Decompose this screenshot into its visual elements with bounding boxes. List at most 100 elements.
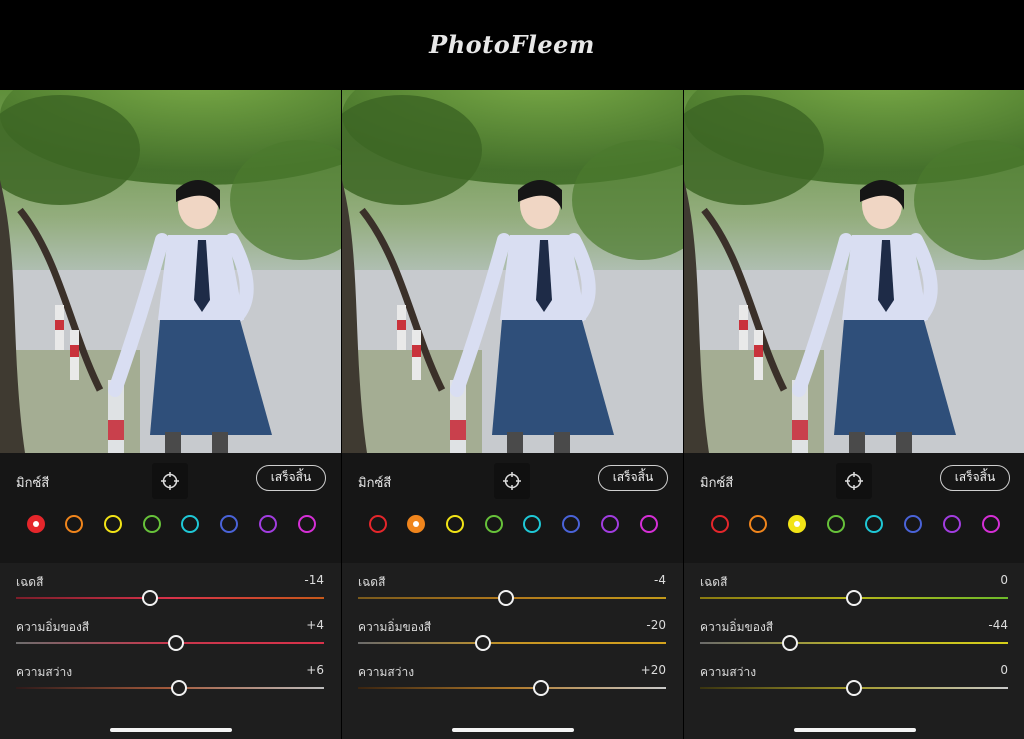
color-swatch-row <box>342 515 683 537</box>
color-swatch-magenta[interactable] <box>640 515 658 533</box>
luminance-slider-thumb[interactable] <box>171 680 187 696</box>
hue-label: เฉดสี <box>16 575 44 589</box>
portrait-photo <box>684 90 1024 453</box>
color-mix-toolbar: มิกซ์สี เสร็จสิ้น <box>0 453 341 563</box>
color-swatch-red[interactable] <box>369 515 387 533</box>
saturation-value: -20 <box>646 618 666 632</box>
color-swatch-yellow[interactable] <box>446 515 464 533</box>
saturation-slider-thumb[interactable] <box>475 635 491 651</box>
luminance-slider-thumb[interactable] <box>846 680 862 696</box>
color-mix-title: มิกซ์สี <box>16 476 50 491</box>
saturation-value: +4 <box>306 618 324 632</box>
saturation-slider-row: ความอิ่มของสี -44 <box>700 618 1010 658</box>
color-swatch-blue[interactable] <box>562 515 580 533</box>
selected-dot <box>794 521 800 527</box>
portrait-photo <box>0 90 341 453</box>
portrait-photo <box>342 90 683 453</box>
saturation-slider-row: ความอิ่มของสี +4 <box>16 618 326 658</box>
saturation-label: ความอิ่มของสี <box>700 620 774 634</box>
luminance-value: +20 <box>640 663 666 677</box>
done-button[interactable]: เสร็จสิ้น <box>256 465 326 491</box>
saturation-label: ความอิ่มของสี <box>358 620 432 634</box>
color-swatch-row <box>684 515 1024 537</box>
target-adjust-button[interactable] <box>836 463 872 499</box>
luminance-label: ความสว่าง <box>700 665 757 679</box>
hue-label: เฉดสี <box>358 575 386 589</box>
adjustment-sliders: เฉดสี -4 ความอิ่มของสี -20 ความสว่าง +20 <box>342 563 683 739</box>
hue-slider-thumb[interactable] <box>142 590 158 606</box>
color-swatch-orange[interactable] <box>407 515 425 533</box>
luminance-slider-thumb[interactable] <box>533 680 549 696</box>
done-button[interactable]: เสร็จสิ้น <box>940 465 1010 491</box>
adjustment-sliders: เฉดสี 0 ความอิ่มของสี -44 ความสว่าง 0 <box>684 563 1024 739</box>
brand-logo: PhotoFleem <box>429 30 595 59</box>
luminance-slider-track[interactable] <box>358 687 666 689</box>
hue-slider-row: เฉดสี -14 <box>16 573 326 613</box>
luminance-slider-row: ความสว่าง +20 <box>358 663 668 703</box>
color-mix-panel-3: มิกซ์สี เสร็จสิ้น เฉดสี 0 ความอิ่มของสี … <box>684 90 1024 739</box>
color-mix-panel-1: มิกซ์สี เสร็จสิ้น เฉดสี -14 ความอิ่มของส… <box>0 90 341 739</box>
target-adjust-button[interactable] <box>152 463 188 499</box>
hue-slider-row: เฉดสี 0 <box>700 573 1010 613</box>
done-button[interactable]: เสร็จสิ้น <box>598 465 668 491</box>
saturation-slider-track[interactable] <box>358 642 666 644</box>
color-swatch-yellow[interactable] <box>104 515 122 533</box>
color-swatch-green[interactable] <box>143 515 161 533</box>
color-swatch-orange[interactable] <box>749 515 767 533</box>
adjustment-sliders: เฉดสี -14 ความอิ่มของสี +4 ความสว่าง +6 <box>0 563 341 739</box>
luminance-slider-row: ความสว่าง +6 <box>16 663 326 703</box>
color-mix-panel-2: มิกซ์สี เสร็จสิ้น เฉดสี -4 ความอิ่มของสี… <box>342 90 683 739</box>
color-swatch-purple[interactable] <box>601 515 619 533</box>
target-adjust-icon <box>503 472 521 490</box>
target-adjust-button[interactable] <box>494 463 530 499</box>
saturation-slider-thumb[interactable] <box>168 635 184 651</box>
hue-value: -4 <box>654 573 666 587</box>
hue-value: 0 <box>1000 573 1008 587</box>
color-mix-title: มิกซ์สี <box>358 476 392 491</box>
color-mix-title: มิกซ์สี <box>700 476 734 491</box>
color-swatch-green[interactable] <box>827 515 845 533</box>
color-swatch-row <box>0 515 341 537</box>
color-swatch-green[interactable] <box>485 515 503 533</box>
hue-slider-thumb[interactable] <box>498 590 514 606</box>
color-swatch-purple[interactable] <box>259 515 277 533</box>
brand-header: PhotoFleem <box>0 0 1024 90</box>
saturation-slider-row: ความอิ่มของสี -20 <box>358 618 668 658</box>
saturation-value: -44 <box>988 618 1008 632</box>
saturation-slider-track[interactable] <box>700 642 1008 644</box>
hue-label: เฉดสี <box>700 575 728 589</box>
luminance-value: +6 <box>306 663 324 677</box>
home-indicator <box>452 728 574 732</box>
color-swatch-blue[interactable] <box>220 515 238 533</box>
color-swatch-aqua[interactable] <box>181 515 199 533</box>
color-swatch-purple[interactable] <box>943 515 961 533</box>
selected-dot <box>413 521 419 527</box>
selected-dot <box>33 521 39 527</box>
color-swatch-orange[interactable] <box>65 515 83 533</box>
luminance-slider-track[interactable] <box>16 687 324 689</box>
hue-slider-track[interactable] <box>16 597 324 599</box>
luminance-label: ความสว่าง <box>358 665 415 679</box>
hue-slider-row: เฉดสี -4 <box>358 573 668 613</box>
saturation-label: ความอิ่มของสี <box>16 620 90 634</box>
hue-slider-thumb[interactable] <box>846 590 862 606</box>
color-swatch-aqua[interactable] <box>865 515 883 533</box>
hue-value: -14 <box>304 573 324 587</box>
color-swatch-red[interactable] <box>711 515 729 533</box>
color-mix-toolbar: มิกซ์สี เสร็จสิ้น <box>342 453 683 563</box>
target-adjust-icon <box>845 472 863 490</box>
color-swatch-magenta[interactable] <box>298 515 316 533</box>
color-mix-toolbar: มิกซ์สี เสร็จสิ้น <box>684 453 1024 563</box>
color-swatch-red[interactable] <box>27 515 45 533</box>
luminance-label: ความสว่าง <box>16 665 73 679</box>
color-swatch-magenta[interactable] <box>982 515 1000 533</box>
luminance-slider-row: ความสว่าง 0 <box>700 663 1010 703</box>
home-indicator <box>110 728 232 732</box>
color-swatch-aqua[interactable] <box>523 515 541 533</box>
home-indicator <box>794 728 916 732</box>
luminance-value: 0 <box>1000 663 1008 677</box>
saturation-slider-thumb[interactable] <box>782 635 798 651</box>
color-swatch-blue[interactable] <box>904 515 922 533</box>
target-adjust-icon <box>161 472 179 490</box>
color-swatch-yellow[interactable] <box>788 515 806 533</box>
